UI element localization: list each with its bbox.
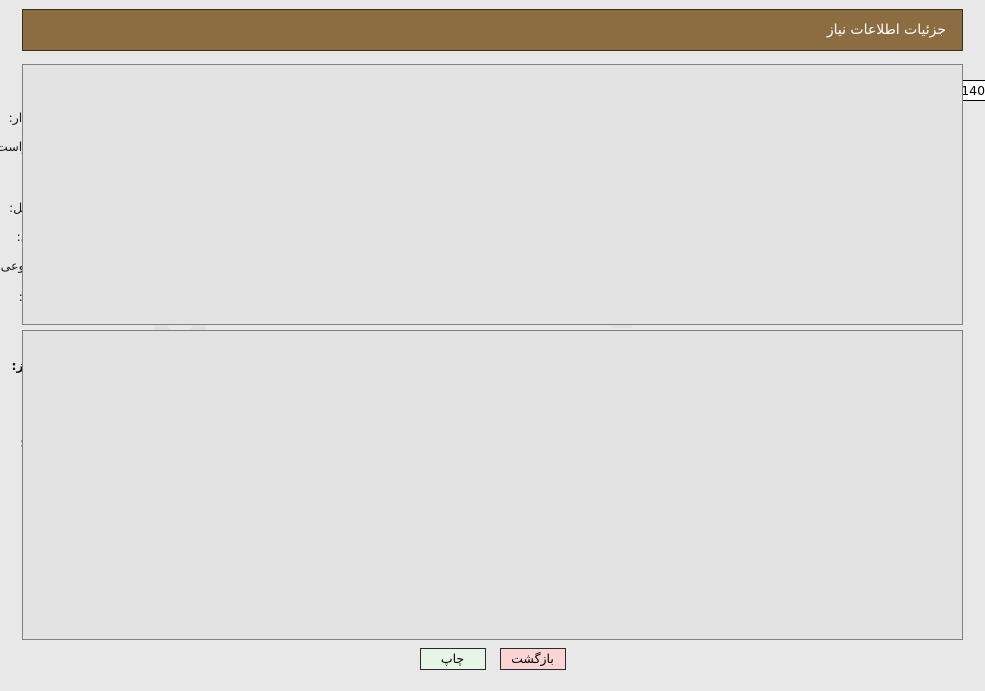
page-root: جزئیات اطلاعات نیاز AriaTender.net شماره…: [0, 0, 985, 691]
need-info-panel: [22, 64, 963, 325]
bottom-button-bar: بازگشت چاپ: [0, 648, 985, 670]
page-title: جزئیات اطلاعات نیاز: [826, 22, 946, 38]
back-button[interactable]: بازگشت: [499, 648, 566, 670]
print-button[interactable]: چاپ: [419, 648, 486, 670]
services-panel: [22, 330, 963, 640]
page-header-bar: جزئیات اطلاعات نیاز: [22, 9, 963, 51]
